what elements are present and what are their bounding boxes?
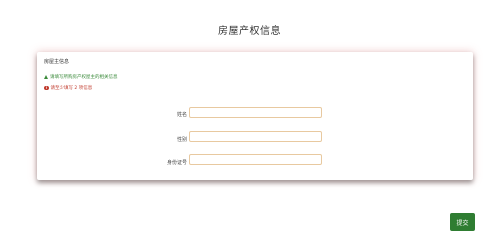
name-label: 姓名 — [176, 112, 187, 118]
info-hint: 请填写所购房产权屋主的相关信息 — [44, 74, 118, 80]
gender-input[interactable] — [189, 131, 322, 142]
card-header: 房屋主信息 — [44, 59, 70, 65]
id-number-input[interactable] — [189, 154, 322, 165]
info-hint-text: 请填写所购房产权屋主的相关信息 — [50, 75, 118, 80]
gender-label: 性别 — [176, 137, 187, 143]
page-title: 房屋产权信息 — [218, 26, 281, 37]
page: 房屋产权信息 房屋主信息 请填写所购房产权屋主的相关信息 ! 请至少填写 2 项… — [0, 0, 499, 247]
error-hint: ! 请至少填写 2 项信息 — [44, 85, 92, 91]
property-info-card: 房屋主信息 请填写所购房产权屋主的相关信息 ! 请至少填写 2 项信息 姓名 性… — [37, 52, 473, 180]
error-hint-text: 请至少填写 2 项信息 — [50, 86, 93, 91]
id-number-label: 身份证号 — [166, 160, 187, 166]
error-circle-icon: ! — [44, 85, 49, 91]
warning-triangle-icon — [44, 75, 48, 79]
name-input[interactable] — [189, 107, 322, 118]
submit-button[interactable]: 提交 — [450, 213, 475, 231]
